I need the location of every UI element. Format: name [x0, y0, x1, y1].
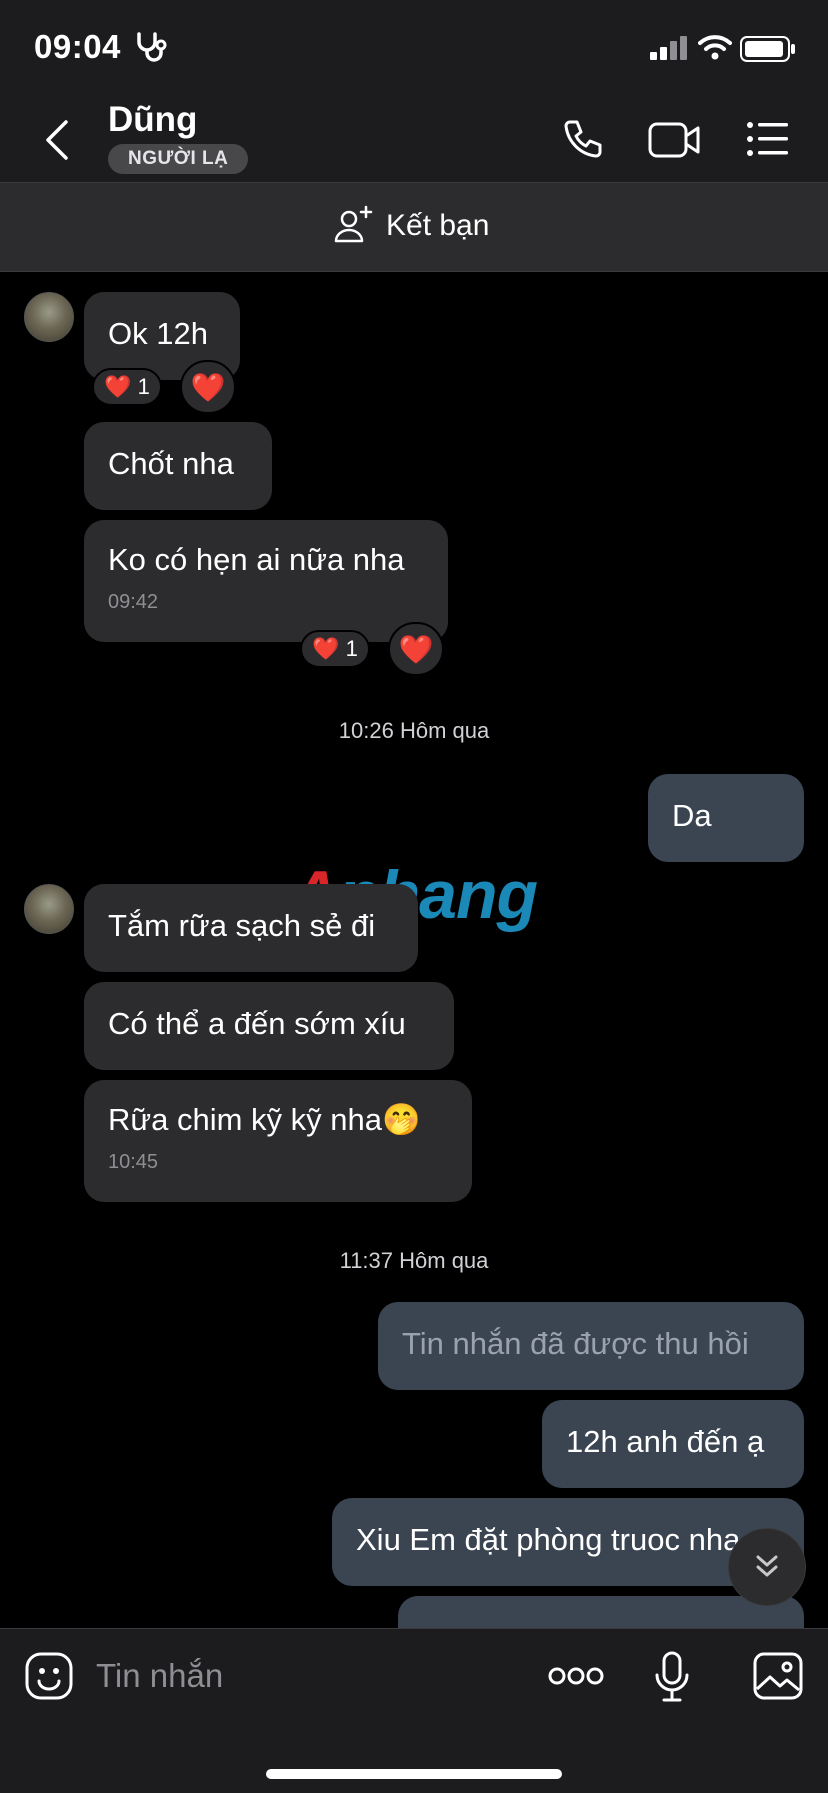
message-bubble-incoming[interactable]: Ko có hẹn ai nữa nha 09:42: [84, 520, 448, 642]
contact-name[interactable]: Dũng: [108, 100, 197, 140]
heart-emoji: ❤️: [104, 374, 132, 399]
heart-emoji: ❤️: [398, 633, 434, 665]
message-input[interactable]: Tin nhắn: [96, 1657, 223, 1695]
message-bubble-incoming[interactable]: Rữa chim kỹ kỹ nha🤭 10:45: [84, 1080, 472, 1202]
time-divider: 10:26 Hôm qua: [338, 718, 490, 743]
add-reaction-button[interactable]: ❤️: [388, 622, 444, 676]
scroll-down-icon: [752, 1552, 782, 1582]
add-friend-icon: [334, 205, 374, 245]
add-friend-bar[interactable]: Kết bạn: [0, 183, 828, 272]
heart-emoji: ❤️: [312, 636, 340, 661]
battery-icon: [740, 36, 796, 62]
back-icon[interactable]: [38, 118, 78, 162]
phone-icon[interactable]: [560, 118, 604, 162]
home-indicator: [266, 1769, 562, 1779]
message-text: Chốt nha: [108, 446, 234, 481]
avatar[interactable]: [24, 884, 74, 934]
message-bubble-incoming[interactable]: Chốt nha: [84, 422, 272, 510]
menu-icon[interactable]: [746, 120, 790, 158]
message-text: Xiu Em đặt phòng truoc nha: [356, 1522, 741, 1557]
more-icon[interactable]: [548, 1665, 604, 1687]
message-bubble-recalled[interactable]: Tin nhắn đã được thu hồi: [378, 1302, 804, 1390]
time-divider: 11:37 Hôm qua: [339, 1248, 489, 1273]
signal-icon: [650, 36, 690, 60]
message-text: Rữa chim kỹ kỹ nha🤭: [108, 1102, 421, 1137]
message-text: Có thể a đến sớm xíu: [108, 1006, 406, 1041]
status-time: 09:04: [34, 28, 121, 65]
message-time: 09:42: [108, 591, 159, 613]
emoji-icon[interactable]: [24, 1651, 74, 1701]
reaction-badge[interactable]: ❤️ 1: [300, 630, 370, 668]
chat-header: Dũng NGƯỜI LẠ: [0, 96, 828, 183]
message-time: 10:45: [108, 1151, 159, 1173]
message-text: 12h anh đến ạ: [566, 1424, 765, 1459]
reaction-badge[interactable]: ❤️ 1: [92, 368, 162, 406]
video-icon[interactable]: [648, 120, 702, 160]
message-text: Da: [672, 798, 712, 833]
reaction-count: 1: [345, 636, 358, 661]
message-input-bar: Tin nhắn: [0, 1628, 828, 1793]
message-bubble-outgoing[interactable]: 12h anh đến ạ: [542, 1400, 804, 1488]
microphone-icon[interactable]: [654, 1651, 690, 1703]
message-bubble-incoming[interactable]: Có thể a đến sớm xíu: [84, 982, 454, 1070]
stranger-badge: NGƯỜI LẠ: [108, 144, 249, 174]
message-text: Tin nhắn đã được thu hồi: [402, 1326, 749, 1361]
message-text: Ko có hẹn ai nữa nha: [108, 542, 405, 577]
message-text: Tắm rữa sạch sẻ đi: [108, 908, 376, 943]
message-text: Ok 12h: [108, 316, 208, 351]
message-bubble-incoming[interactable]: Tắm rữa sạch sẻ đi: [84, 884, 418, 972]
reaction-count: 1: [137, 374, 150, 399]
image-icon[interactable]: [752, 1651, 804, 1701]
heart-emoji: ❤️: [190, 371, 226, 403]
avatar[interactable]: [24, 292, 74, 342]
add-reaction-button[interactable]: ❤️: [180, 360, 236, 414]
scroll-down-button[interactable]: [728, 1528, 806, 1606]
stethoscope-icon: [134, 30, 172, 62]
status-bar: 09:04: [0, 0, 828, 96]
wifi-icon: [698, 34, 732, 60]
message-bubble-outgoing[interactable]: Da: [648, 774, 804, 862]
add-friend-label: Kết bạn: [386, 209, 490, 242]
